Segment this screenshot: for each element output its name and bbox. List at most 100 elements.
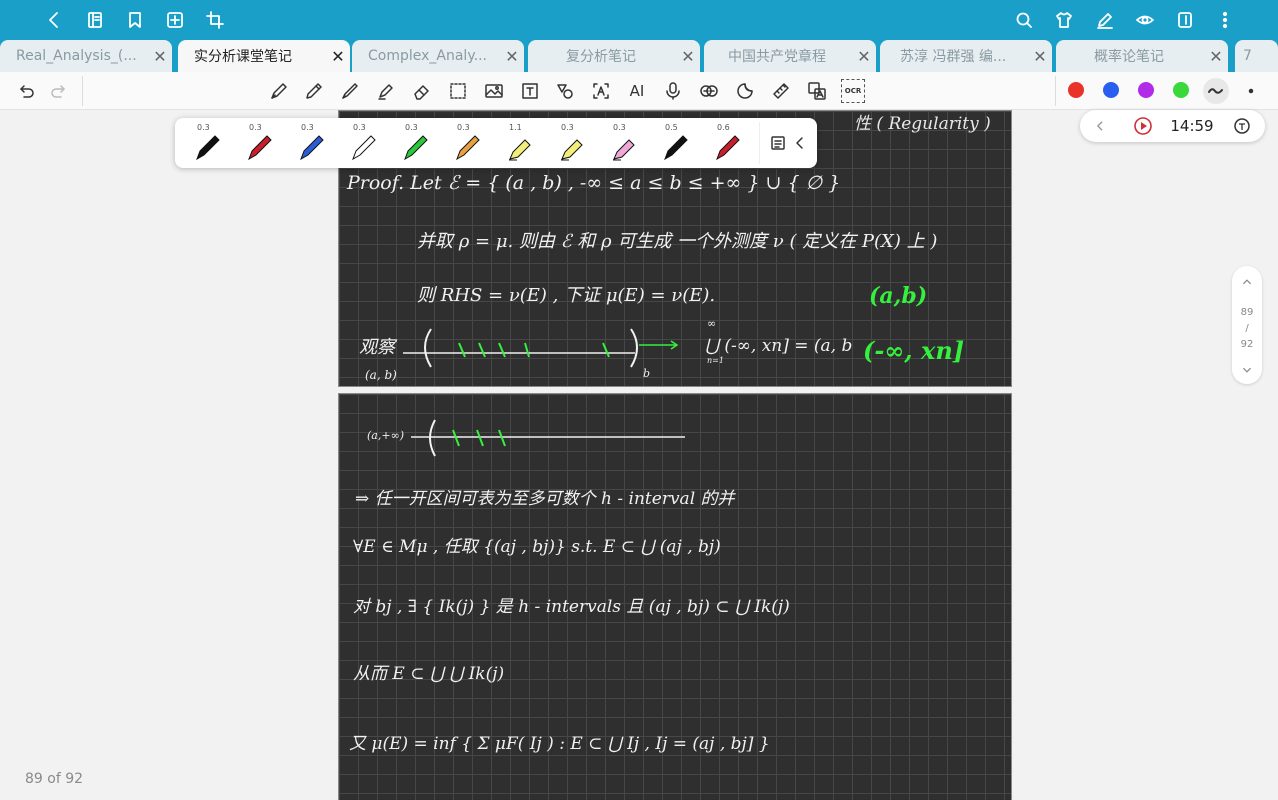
pen-icon bbox=[404, 135, 428, 161]
color-swatch-green[interactable] bbox=[1173, 82, 1189, 98]
highlighter-icon bbox=[509, 139, 531, 161]
infinity-symbol: ∞ bbox=[707, 317, 716, 330]
proof-line: Proof. Let ℰ = { (a , b) , -∞ ≤ a ≤ b ≤ … bbox=[346, 172, 840, 194]
stroke-style-icon[interactable] bbox=[1203, 78, 1229, 104]
pencil-tool-icon[interactable] bbox=[301, 78, 327, 104]
highlighter-tool-icon[interactable] bbox=[373, 78, 399, 104]
pen-preset-white[interactable]: 0.3 bbox=[339, 118, 387, 168]
close-icon[interactable]: ✕ bbox=[148, 47, 172, 66]
green-interval-ab: (a,b) bbox=[869, 283, 927, 309]
pen-preset-orange[interactable]: 0.3 bbox=[443, 118, 491, 168]
text-recognition-icon[interactable] bbox=[588, 78, 614, 104]
chevron-down-icon[interactable] bbox=[1232, 364, 1262, 379]
more-menu-icon[interactable] bbox=[1211, 6, 1239, 34]
theme-shirt-icon[interactable] bbox=[1050, 6, 1078, 34]
current-page: 89 bbox=[1240, 307, 1254, 318]
interval-ab-small: (a, b) bbox=[365, 368, 397, 382]
microphone-icon[interactable] bbox=[660, 78, 686, 104]
pen-preset-black-thick[interactable]: 0.5 bbox=[651, 118, 699, 168]
color-swatch-blue[interactable] bbox=[1103, 82, 1119, 98]
fountain-pen-tool-icon[interactable] bbox=[266, 78, 292, 104]
tab-complex-analysis[interactable]: Complex_Analy... ✕ bbox=[352, 40, 524, 72]
pen-palette: 0.3 0.3 0.3 0.3 0.3 0.3 1.1 0.3 0.3 0.5 … bbox=[175, 118, 817, 168]
speed-icon[interactable] bbox=[1230, 114, 1254, 138]
ai-tool[interactable]: AI bbox=[624, 78, 650, 104]
close-icon[interactable]: ✕ bbox=[852, 47, 876, 66]
tab-su-chun-book[interactable]: 苏淳 冯群强 编... ✕ bbox=[880, 40, 1052, 72]
tab-label: 实分析课堂笔记 bbox=[194, 49, 292, 65]
tab-probability-notes[interactable]: 概率论笔记 ✕ bbox=[1056, 40, 1228, 72]
tab-label: 复分析笔记 bbox=[566, 49, 636, 65]
proof-line-3: 则 RHS = ν(E) , 下证 μ(E) = ν(E). bbox=[417, 285, 715, 306]
pen-preset-red-thick[interactable]: 0.6 bbox=[703, 118, 751, 168]
sticker-icon[interactable] bbox=[732, 78, 758, 104]
tab-label: 概率论笔记 bbox=[1094, 49, 1164, 65]
pen-icon bbox=[716, 135, 740, 161]
tab-real-analysis[interactable]: Real_Analysis_(... ✕ bbox=[0, 40, 172, 72]
page-scroller[interactable]: 89 / 92 bbox=[1232, 266, 1262, 384]
audio-timer-widget: 14:59 bbox=[1080, 110, 1265, 142]
close-icon[interactable]: ✕ bbox=[500, 47, 524, 66]
pen-icon bbox=[248, 135, 272, 161]
eraser-tool-icon[interactable] bbox=[409, 78, 435, 104]
divider bbox=[82, 76, 83, 106]
union-expression: ⋃ (-∞, xn] = (a, b bbox=[705, 336, 852, 356]
tab-party-charter[interactable]: 中国共产党章程 ✕ bbox=[704, 40, 876, 72]
close-icon[interactable]: ✕ bbox=[676, 47, 700, 66]
add-page-icon[interactable] bbox=[161, 6, 189, 34]
color-swatch-purple[interactable] bbox=[1138, 82, 1154, 98]
shape-tool-icon[interactable] bbox=[552, 78, 578, 104]
color-swatch-red[interactable] bbox=[1068, 82, 1084, 98]
tab-complex-notes[interactable]: 复分析笔记 ✕ bbox=[528, 40, 700, 72]
b-label: b bbox=[643, 367, 650, 380]
pen-icon bbox=[456, 135, 480, 161]
chevron-left-icon[interactable] bbox=[1088, 114, 1112, 138]
tablet-layout-icon[interactable] bbox=[1171, 6, 1199, 34]
tab-real-analysis-notes[interactable]: 实分析课堂笔记 ✕ bbox=[178, 40, 350, 72]
pen-width: 0.3 bbox=[405, 123, 418, 132]
divider bbox=[1055, 76, 1056, 106]
tab-label: 苏淳 冯群强 编... bbox=[900, 49, 1007, 65]
statement-line-3: 对 bj , ∃ { Ik(j) } 是 h - intervals 且 (aj… bbox=[353, 597, 790, 617]
bookmark-icon[interactable] bbox=[121, 6, 149, 34]
close-icon[interactable]: ✕ bbox=[1028, 47, 1052, 66]
pen-preset-red[interactable]: 0.3 bbox=[235, 118, 283, 168]
highlighter-icon bbox=[561, 139, 583, 161]
highlighter-preset-yellow[interactable]: 0.3 bbox=[547, 118, 595, 168]
ai-label: AI bbox=[629, 82, 645, 100]
chevron-up-icon[interactable] bbox=[1232, 276, 1262, 291]
highlighter-preset-yellow-wide[interactable]: 1.1 bbox=[495, 118, 543, 168]
pen-mode-icon[interactable] bbox=[1091, 6, 1119, 34]
undo-icon[interactable] bbox=[13, 78, 39, 104]
image-insert-icon[interactable] bbox=[481, 78, 507, 104]
play-icon[interactable] bbox=[1132, 114, 1154, 138]
tab-overflow[interactable]: 7 bbox=[1235, 40, 1278, 72]
tab-label: 中国共产党章程 bbox=[728, 49, 826, 65]
pen-preset-black[interactable]: 0.3 bbox=[183, 118, 231, 168]
search-icon[interactable] bbox=[1010, 6, 1038, 34]
redo-icon[interactable] bbox=[46, 78, 72, 104]
stroke-width-dot-icon[interactable] bbox=[1238, 78, 1264, 104]
ballpoint-tool-icon[interactable] bbox=[337, 78, 363, 104]
timer-readout: 14:59 bbox=[1170, 117, 1214, 135]
handwriting-page-90: (a,+∞) ⇒ 任一开区间可表为至多可数个 h - interval 的并 ∀… bbox=[349, 419, 790, 754]
lasso-select-icon[interactable] bbox=[445, 78, 471, 104]
pen-preset-blue[interactable]: 0.3 bbox=[287, 118, 335, 168]
back-icon[interactable] bbox=[40, 6, 68, 34]
note-page-90[interactable]: (a,+∞) ⇒ 任一开区间可表为至多可数个 h - interval 的并 ∀… bbox=[338, 393, 1012, 800]
translate-icon[interactable] bbox=[804, 78, 830, 104]
pen-preset-green[interactable]: 0.3 bbox=[391, 118, 439, 168]
notebook-icon[interactable] bbox=[81, 6, 109, 34]
eye-icon[interactable] bbox=[1131, 6, 1159, 34]
ruler-icon[interactable] bbox=[768, 78, 794, 104]
close-icon[interactable]: ✕ bbox=[1204, 47, 1228, 66]
highlighter-preset-pink[interactable]: 0.3 bbox=[599, 118, 647, 168]
text-box-icon[interactable] bbox=[517, 78, 543, 104]
pen-icon bbox=[664, 135, 688, 161]
left-paren-mark bbox=[424, 328, 432, 368]
collapse-palette-icon[interactable] bbox=[787, 130, 813, 156]
close-icon[interactable]: ✕ bbox=[326, 47, 350, 66]
crop-icon[interactable] bbox=[201, 6, 229, 34]
ocr-tool[interactable]: OCR bbox=[841, 79, 865, 103]
audio-record-icon[interactable] bbox=[696, 78, 722, 104]
